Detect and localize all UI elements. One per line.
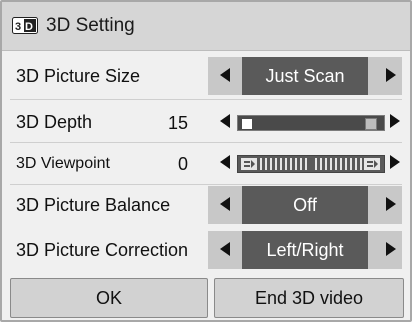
arrow-left-icon[interactable] — [220, 242, 230, 256]
depth-slider-fill — [238, 116, 384, 130]
depth-value: 15 — [167, 113, 188, 133]
arrow-right-icon[interactable] — [386, 68, 396, 82]
divider — [10, 142, 402, 143]
end-3d-video-button[interactable]: End 3D video — [214, 278, 404, 318]
ok-button[interactable]: OK — [10, 278, 208, 318]
viewpoint-slider[interactable] — [237, 155, 385, 173]
arrow-right-icon[interactable] — [386, 197, 396, 211]
row-label: 3D Picture Size — [16, 66, 141, 86]
viewpoint-right-icon — [364, 158, 380, 170]
row-3d-picture-size[interactable]: 3D Picture Size Just Scan — [2, 57, 410, 95]
picture-balance-value: Off — [242, 186, 368, 224]
row-3d-picture-correction[interactable]: 3D Picture Correction Left/Right — [2, 231, 410, 269]
depth-slider[interactable] — [237, 115, 385, 131]
3d-badge-icon: 3 D — [12, 17, 38, 34]
title-bar: 3 D 3D Setting — [2, 2, 410, 51]
svg-text:3: 3 — [15, 21, 21, 33]
depth-slider-knob[interactable] — [241, 118, 253, 130]
row-3d-depth[interactable]: 3D Depth 15 — [2, 103, 410, 141]
svg-text:D: D — [25, 21, 33, 33]
viewpoint-left-icon — [241, 158, 257, 170]
row-3d-picture-balance[interactable]: 3D Picture Balance Off — [2, 186, 410, 224]
arrow-left-icon[interactable] — [220, 68, 230, 82]
picture-size-value: Just Scan — [242, 57, 368, 95]
arrow-left-icon[interactable] — [220, 114, 230, 128]
row-3d-viewpoint[interactable]: 3D Viewpoint 0 — [2, 144, 410, 182]
arrow-right-icon[interactable] — [390, 114, 400, 128]
arrow-left-icon[interactable] — [220, 197, 230, 211]
picture-correction-value: Left/Right — [242, 231, 368, 269]
row-label: 3D Picture Correction — [16, 240, 189, 260]
dialog-title: 3D Setting — [46, 15, 135, 36]
row-label: 3D Depth — [16, 112, 93, 132]
arrow-right-icon[interactable] — [386, 242, 396, 256]
3d-setting-dialog: 3 D 3D Setting 3D Picture Size Just Scan… — [0, 0, 412, 322]
row-label: 3D Picture Balance — [16, 195, 171, 215]
row-label: 3D Viewpoint — [16, 155, 110, 172]
viewpoint-value: 0 — [177, 154, 188, 174]
depth-slider-max-marker — [365, 118, 377, 130]
divider — [10, 184, 402, 185]
viewpoint-center-marker — [308, 156, 312, 172]
arrow-right-icon[interactable] — [390, 155, 400, 169]
arrow-left-icon[interactable] — [220, 155, 230, 169]
divider — [10, 99, 402, 100]
